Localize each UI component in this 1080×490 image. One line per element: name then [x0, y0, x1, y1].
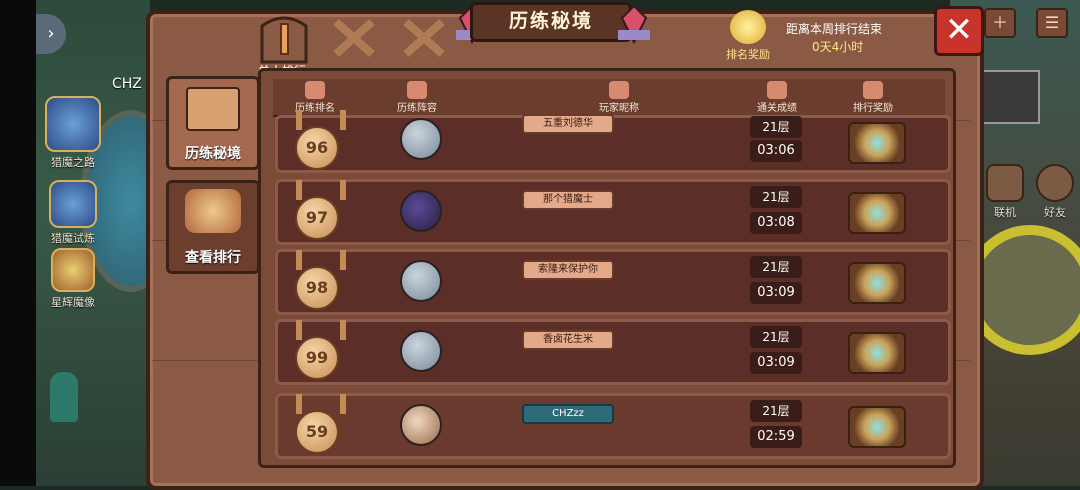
column-nickname: 玩家昵称: [579, 79, 659, 114]
fist-icon: [609, 81, 629, 99]
rank-number: 59: [295, 410, 339, 454]
menu-list-button[interactable]: ☰: [1036, 8, 1068, 38]
add-button[interactable]: ＋: [984, 8, 1016, 38]
hero-character: [50, 372, 78, 422]
menu-hunt-trial[interactable]: 猎魔试炼: [38, 180, 108, 246]
reward-chest-icon[interactable]: [848, 192, 906, 234]
rank-medal-icon: 59: [290, 394, 346, 456]
panel-title: 历练秘境: [470, 2, 632, 42]
tab-duo-ranking[interactable]: [328, 14, 380, 64]
lineup-avatar: [400, 330, 442, 372]
tab-solo-ranking[interactable]: [258, 14, 310, 64]
table-row[interactable]: 96 五重刘德华 21层 03:06: [275, 110, 951, 173]
ranking-list[interactable]: 历练排名 历练阵容 玩家昵称 通关成绩 排行奖励 96 五重刘德华 21层 03…: [258, 68, 956, 468]
golem-icon: [51, 248, 95, 292]
menu-hunt-road-label: 猎魔之路: [51, 156, 95, 169]
trophy-icon[interactable]: [730, 10, 766, 44]
menu-hunt-road[interactable]: 猎魔之路: [38, 96, 108, 170]
lineup-avatar: [400, 260, 442, 302]
player-name: CHZ: [112, 76, 142, 92]
tab-team-ranking[interactable]: [398, 14, 450, 64]
player-nickname: 那个猎魔士: [522, 190, 614, 210]
close-button[interactable]: ✕: [934, 6, 984, 56]
column-nickname-label: 玩家昵称: [599, 103, 639, 114]
lineup-avatar: [400, 190, 442, 232]
timer-value: 0天4小时: [812, 40, 864, 54]
player-nickname: CHZzz: [522, 404, 614, 424]
rank-number: 99: [295, 336, 339, 380]
multiplayer-icon: [986, 164, 1024, 202]
self-ranking-row[interactable]: 59 CHZzz 21层 02:59: [275, 393, 951, 459]
side-menu-view-ranking[interactable]: 查看排行: [166, 180, 260, 274]
menu-friends[interactable]: 好友: [1020, 164, 1080, 220]
lineup-avatar: [400, 118, 442, 160]
column-lineup: 历练阵容: [377, 79, 457, 114]
stopwatch-icon: [767, 81, 787, 99]
cleared-floor: 21层: [750, 116, 802, 138]
rank-number: 96: [295, 126, 339, 170]
column-score-label: 通关成绩: [757, 103, 797, 114]
reward-chest-icon[interactable]: [848, 262, 906, 304]
clear-time: 03:09: [750, 352, 802, 374]
clear-time: 03:09: [750, 282, 802, 304]
rank-medal-icon: 97: [290, 180, 346, 242]
rank-medal-icon: 96: [290, 110, 346, 172]
column-lineup-label: 历练阵容: [397, 103, 437, 114]
clear-time: 03:08: [750, 212, 802, 234]
blade-crest-icon: [45, 96, 101, 152]
helmet-icon: [407, 81, 427, 99]
table-row[interactable]: 98 索隆来保护你 21层 03:09: [275, 249, 951, 315]
table-row[interactable]: 99 香卤花生米 21层 03:09: [275, 319, 951, 385]
player-nickname: 五重刘德华: [522, 114, 614, 134]
temple-icon: [186, 87, 240, 131]
crown-shield-icon: [49, 180, 97, 228]
rank-medal-icon: 98: [290, 250, 346, 312]
table-row[interactable]: 97 那个猎魔士 21层 03:08: [275, 179, 951, 245]
cleared-floor: 21层: [750, 256, 802, 278]
close-icon: ✕: [944, 10, 974, 50]
screen-edge: [0, 0, 36, 486]
menu-friends-label: 好友: [1044, 206, 1066, 219]
gift-icon: [863, 81, 883, 99]
column-header-row: 历练排名 历练阵容 玩家昵称 通关成绩 排行奖励: [273, 79, 945, 117]
side-menu-trial-realm-label: 历练秘境: [185, 146, 241, 162]
menu-star-golem-label: 星辉魔像: [51, 296, 95, 309]
column-rank: 历练排名: [275, 79, 355, 114]
reward-chest-icon[interactable]: [848, 332, 906, 374]
reward-chest-icon[interactable]: [848, 122, 906, 164]
cleared-floor: 21层: [750, 400, 802, 422]
menu-multiplayer-label: 联机: [994, 206, 1016, 219]
column-score: 通关成绩: [737, 79, 817, 114]
rank-column-icon: [305, 81, 325, 99]
cleared-floor: 21层: [750, 326, 802, 348]
clear-time: 03:06: [750, 140, 802, 162]
rank-reward-label: 排名奖励: [726, 48, 770, 61]
rank-badge-icon: [185, 189, 241, 233]
lineup-avatar: [400, 404, 442, 446]
friends-icon: [1036, 164, 1074, 202]
rank-number: 97: [295, 196, 339, 240]
timer-label: 距离本周排行结束: [786, 22, 883, 36]
side-menu-view-ranking-label: 查看排行: [185, 250, 241, 266]
reward-chest-icon[interactable]: [848, 406, 906, 448]
player-nickname: 香卤花生米: [522, 330, 614, 350]
menu-star-golem[interactable]: 星辉魔像: [38, 248, 108, 310]
side-menu-trial-realm[interactable]: 历练秘境: [166, 76, 260, 170]
rank-number: 98: [295, 266, 339, 310]
clear-time: 02:59: [750, 426, 802, 448]
column-reward: 排行奖励: [833, 79, 913, 114]
crystal-right-icon: [618, 4, 650, 44]
cleared-floor: 21层: [750, 186, 802, 208]
menu-hunt-trial-label: 猎魔试炼: [51, 232, 95, 245]
minimap[interactable]: [976, 70, 1040, 124]
rank-medal-icon: 99: [290, 320, 346, 382]
column-reward-label: 排行奖励: [853, 103, 893, 114]
player-nickname: 索隆来保护你: [522, 260, 614, 280]
